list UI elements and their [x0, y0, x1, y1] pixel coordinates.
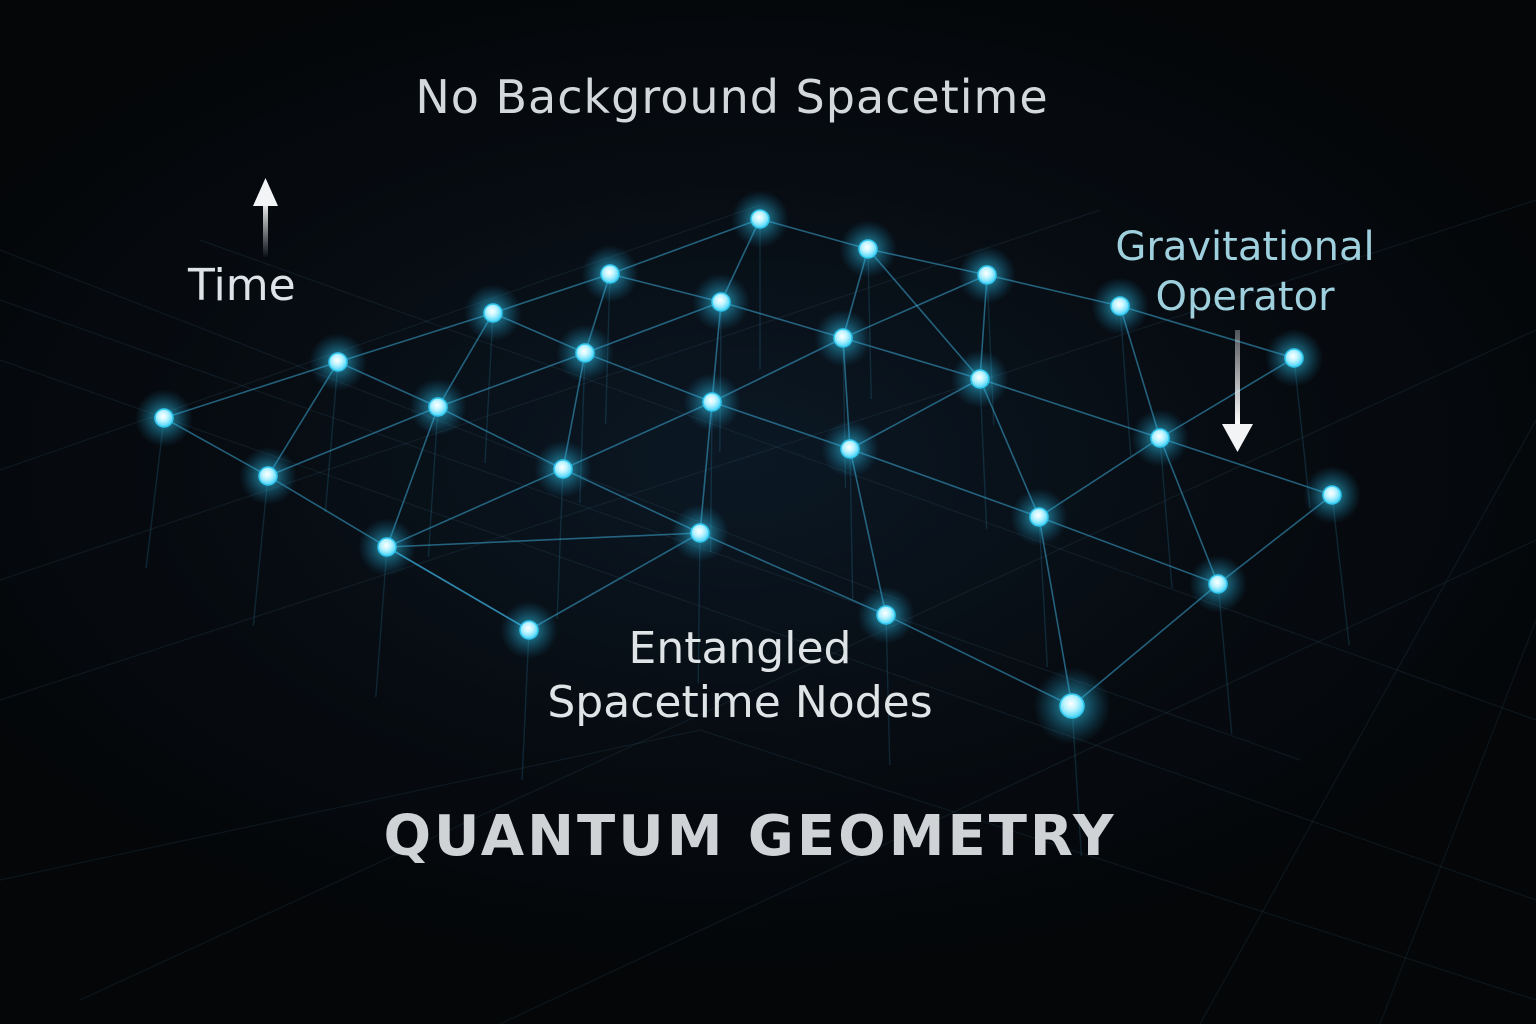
spacetime-node: [1303, 466, 1361, 524]
gravitational-operator-line2: Operator: [1155, 274, 1335, 320]
gravitational-operator-line1: Gravitational: [1115, 224, 1375, 270]
spacetime-node: [1189, 555, 1247, 613]
entangled-nodes-label: Entangled Spacetime Nodes: [520, 622, 960, 730]
spacetime-node: [683, 373, 741, 431]
spacetime-node: [839, 220, 897, 278]
spacetime-node: [958, 246, 1016, 304]
background-grid-line: [499, 539, 1536, 1024]
network-edge: [386, 468, 564, 548]
spacetime-node: [358, 518, 416, 576]
spacetime-node: [534, 440, 592, 498]
spacetime-node: [731, 190, 789, 248]
spacetime-node: [814, 309, 872, 367]
spacetime-node: [671, 504, 729, 562]
entangled-nodes-line1: Entangled: [628, 623, 852, 674]
gravitational-operator-label: Gravitational Operator: [1100, 222, 1390, 322]
spacetime-node: [309, 333, 367, 391]
spacetime-node: [692, 273, 750, 331]
spacetime-node: [135, 389, 193, 447]
diagram-canvas: No Background Spacetime Time Gravitation…: [0, 0, 1536, 1024]
spacetime-node: [1033, 667, 1111, 745]
background-grid: [0, 199, 1536, 1024]
spacetime-network: [0, 178, 1536, 1024]
spacetime-node: [239, 447, 297, 505]
arrow-down-icon: [1222, 330, 1253, 452]
network-edge: [528, 532, 701, 631]
spacetime-node: [951, 350, 1009, 408]
spacetime-node: [1010, 488, 1068, 546]
spacetime-node: [1131, 409, 1189, 467]
spacetime-node: [821, 420, 879, 478]
entangled-nodes-line2: Spacetime Nodes: [547, 677, 933, 728]
time-label: Time: [188, 260, 296, 311]
arrow-up-icon: [253, 178, 278, 258]
background-grid-line: [1199, 419, 1536, 1024]
spacetime-node: [581, 245, 639, 303]
network-edge: [699, 532, 887, 616]
spacetime-node: [464, 284, 522, 342]
footer-title: QUANTUM GEOMETRY: [383, 804, 1117, 869]
network-edge: [849, 448, 1040, 518]
top-title: No Background Spacetime: [415, 70, 1049, 124]
network-edge: [386, 532, 701, 548]
spacetime-node: [409, 378, 467, 436]
spacetime-node: [556, 324, 614, 382]
spacetime-node: [1265, 329, 1323, 387]
